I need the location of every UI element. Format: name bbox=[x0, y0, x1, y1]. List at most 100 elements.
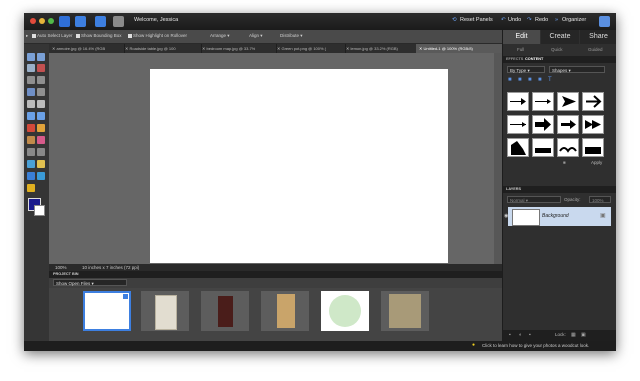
tab-armoire[interactable]: ✕ armoire.jpg @ 16.4% (RGB bbox=[49, 44, 125, 53]
delete-content-icon[interactable]: ■ bbox=[563, 160, 566, 165]
tab-green-pot[interactable]: ✕ Green pot.png @ 100% ( bbox=[274, 44, 346, 53]
adjustment-layer-icon[interactable]: ◐ bbox=[519, 332, 522, 338]
bin-thumb-lemon[interactable] bbox=[381, 291, 429, 331]
tab-untitled-1[interactable]: ✕ Untitled-1 @ 100% (RGB/8) bbox=[416, 44, 506, 53]
tip-link[interactable]: Click to learn how to give your photos a… bbox=[482, 343, 589, 348]
tab-share[interactable]: Share bbox=[580, 30, 616, 44]
shape-arrow-1[interactable] bbox=[507, 92, 529, 111]
show-highlight-checkbox[interactable]: Show Highlight on Rollover bbox=[128, 33, 187, 38]
straighten-tool-icon[interactable] bbox=[37, 112, 45, 120]
show-files-dropdown[interactable]: Show Open Files ▾ bbox=[53, 279, 127, 286]
organizer-icon[interactable]: » bbox=[555, 17, 558, 23]
clone-stamp-tool-icon[interactable] bbox=[27, 136, 35, 144]
hand-tool-icon[interactable] bbox=[27, 64, 35, 72]
graphic-icon[interactable]: ■ bbox=[528, 77, 532, 83]
lasso-tool-icon[interactable] bbox=[37, 76, 45, 84]
eraser-tool-icon[interactable] bbox=[37, 136, 45, 144]
frame-icon[interactable]: ■ bbox=[518, 77, 522, 83]
tab-create[interactable]: Create bbox=[541, 30, 579, 44]
minimize-window-button[interactable] bbox=[39, 18, 45, 24]
marquee-tool-icon[interactable] bbox=[27, 76, 35, 84]
reset-panels-button[interactable]: Reset Panels bbox=[460, 17, 493, 23]
cookie-cutter-tool-icon[interactable] bbox=[27, 112, 35, 120]
shape-arrow-8[interactable] bbox=[582, 115, 604, 134]
bin-thumb-green-pot[interactable] bbox=[321, 291, 369, 331]
reset-panels-icon[interactable]: ⟲ bbox=[452, 17, 457, 23]
shape-arrow-11[interactable] bbox=[557, 138, 579, 157]
shapes-dropdown[interactable]: Shapes ▾ bbox=[549, 66, 605, 73]
redo-button[interactable]: Redo bbox=[535, 17, 548, 23]
shape-arrow-7[interactable] bbox=[557, 115, 579, 134]
opacity-field[interactable]: 100% bbox=[589, 196, 611, 203]
shape-arrow-9[interactable] bbox=[507, 138, 529, 157]
tab-edit[interactable]: Edit bbox=[503, 30, 540, 44]
undo-button[interactable]: Undo bbox=[508, 17, 521, 23]
shape-arrow-5[interactable] bbox=[507, 115, 529, 134]
magic-wand-tool-icon[interactable] bbox=[37, 88, 45, 96]
lock-transparency-icon[interactable]: ▦ bbox=[571, 332, 576, 338]
shape-arrow-10[interactable] bbox=[532, 138, 554, 157]
zoom-tool-icon[interactable] bbox=[27, 53, 35, 61]
save-icon[interactable] bbox=[75, 16, 86, 27]
align-menu[interactable]: Align ▾ bbox=[249, 33, 263, 39]
undo-icon[interactable]: ↶ bbox=[501, 17, 506, 23]
background-color-swatch[interactable] bbox=[34, 205, 45, 216]
filter-icon[interactable]: ■ bbox=[508, 77, 512, 83]
help-icon[interactable] bbox=[95, 16, 106, 27]
app-home-icon[interactable] bbox=[59, 16, 70, 27]
shape-arrow-6[interactable] bbox=[532, 115, 554, 134]
red-eye-tool-icon[interactable] bbox=[27, 124, 35, 132]
visibility-eye-icon[interactable]: ◉ bbox=[504, 213, 508, 219]
shape-arrow-2[interactable] bbox=[532, 92, 554, 111]
redo-icon[interactable]: ↷ bbox=[527, 17, 532, 23]
layer-row-background[interactable]: ◉ Background ▣ bbox=[504, 207, 611, 226]
tab-lemon[interactable]: ✕ lemon.jpg @ 33.2% (RGB) bbox=[343, 44, 419, 53]
organizer-button[interactable]: Organizer bbox=[562, 17, 586, 23]
apply-button[interactable]: Apply bbox=[591, 160, 602, 165]
shape-arrow-4[interactable] bbox=[582, 92, 604, 111]
bin-thumb-map[interactable] bbox=[261, 291, 309, 331]
brush-tool-icon[interactable] bbox=[27, 148, 35, 156]
paint-bucket-tool-icon[interactable] bbox=[27, 160, 35, 168]
home-icon[interactable] bbox=[599, 16, 610, 27]
move-tool-icon[interactable] bbox=[37, 53, 45, 61]
shape-arrow-3[interactable] bbox=[557, 92, 579, 111]
subtab-full[interactable]: Full bbox=[517, 47, 524, 52]
zoom-window-button[interactable] bbox=[48, 18, 54, 24]
gradient-tool-icon[interactable] bbox=[37, 160, 45, 168]
zoom-level[interactable]: 100% bbox=[55, 265, 67, 270]
tab-roadside-table[interactable]: ✕ Roadside table.jpg @ 100 bbox=[122, 44, 202, 53]
auto-select-checkbox[interactable]: Auto Select Layer bbox=[32, 33, 73, 38]
show-bbox-checkbox[interactable]: Show Bounding Box bbox=[76, 33, 122, 38]
close-window-button[interactable] bbox=[30, 18, 36, 24]
smart-brush-tool-icon[interactable] bbox=[37, 148, 45, 156]
subtab-guided[interactable]: Guided bbox=[588, 47, 603, 52]
text-icon[interactable]: T bbox=[548, 77, 552, 83]
bin-thumb-armoire[interactable] bbox=[141, 291, 189, 331]
bin-thumb-untitled[interactable] bbox=[83, 291, 131, 331]
type-tool-icon[interactable] bbox=[27, 100, 35, 108]
sponge-tool-icon[interactable] bbox=[27, 184, 35, 192]
tab-bedroom-map[interactable]: ✕ bedroom map.jpg @ 33.7% bbox=[199, 44, 277, 53]
tab-content[interactable]: CONTENT bbox=[525, 57, 543, 61]
shape-tool-icon[interactable] bbox=[27, 172, 35, 180]
layout-icon[interactable] bbox=[113, 16, 124, 27]
shape-arrow-12[interactable] bbox=[582, 138, 604, 157]
bin-thumb-table[interactable] bbox=[201, 291, 249, 331]
lock-all-icon[interactable]: ▣ bbox=[581, 332, 586, 338]
new-layer-icon[interactable]: ▪ bbox=[509, 332, 511, 338]
distribute-menu[interactable]: Distribute ▾ bbox=[280, 33, 303, 39]
move-tool-preset-icon[interactable]: ▸ bbox=[26, 33, 28, 39]
document-canvas[interactable] bbox=[150, 69, 448, 263]
quick-select-tool-icon[interactable] bbox=[27, 88, 35, 96]
crop-tool-icon[interactable] bbox=[37, 100, 45, 108]
vertical-scrollbar[interactable] bbox=[494, 53, 502, 264]
by-type-dropdown[interactable]: By Type ▾ bbox=[507, 66, 545, 73]
delete-layer-icon[interactable]: ▪ bbox=[529, 332, 531, 338]
blur-tool-icon[interactable] bbox=[37, 172, 45, 180]
subtab-quick[interactable]: Quick bbox=[551, 47, 563, 52]
shape-icon[interactable]: ■ bbox=[538, 77, 542, 83]
healing-brush-tool-icon[interactable] bbox=[37, 124, 45, 132]
tab-effects[interactable]: EFFECTS bbox=[506, 57, 523, 61]
blend-mode-dropdown[interactable]: Normal ▾ bbox=[507, 196, 561, 203]
